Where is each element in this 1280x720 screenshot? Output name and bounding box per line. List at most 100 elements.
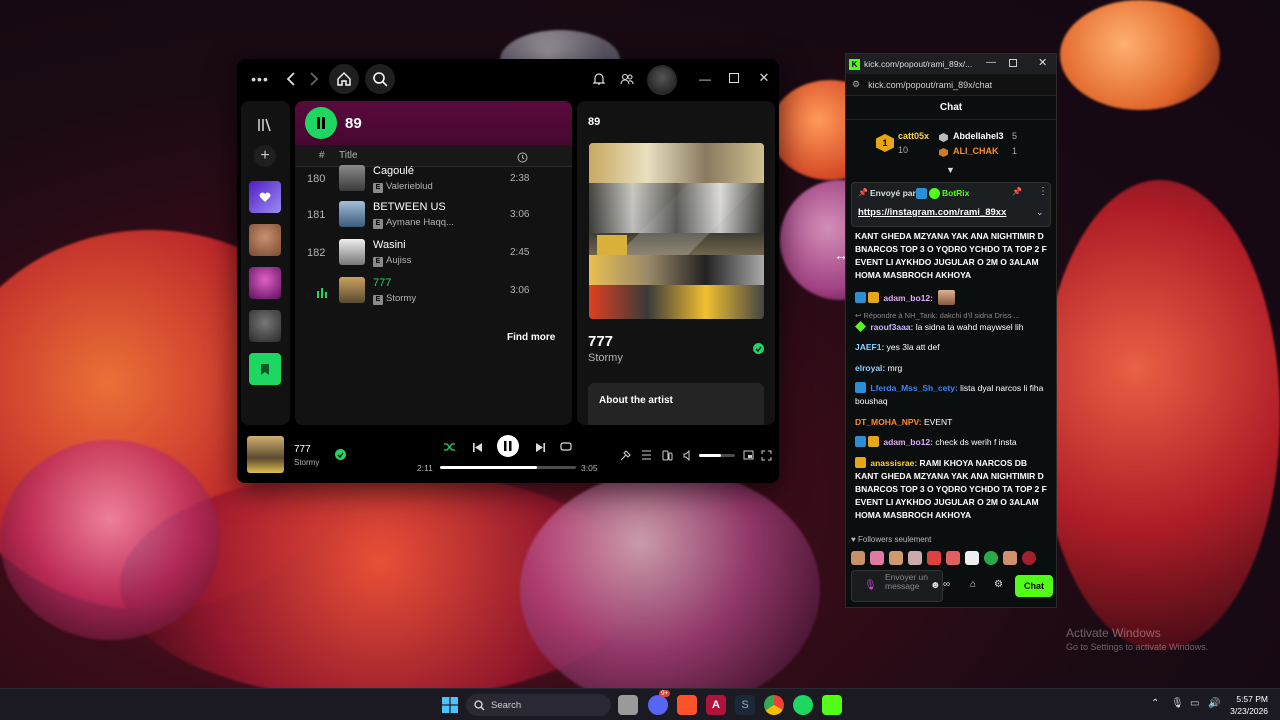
- send-chat-button[interactable]: Chat: [1015, 575, 1053, 597]
- library-playlist-thumb[interactable]: [249, 267, 281, 299]
- message-user[interactable]: anassisrae:: [870, 458, 917, 468]
- kick-icon[interactable]: [822, 695, 842, 715]
- progress-bar[interactable]: [440, 466, 576, 469]
- find-more-link[interactable]: Find more: [507, 332, 555, 343]
- minimize-icon[interactable]: —: [986, 57, 996, 68]
- liked-songs-thumb[interactable]: [249, 181, 281, 213]
- track-title[interactable]: Cagoulé: [373, 165, 414, 177]
- volume-slider[interactable]: [699, 454, 735, 457]
- app-icon[interactable]: A: [706, 695, 726, 715]
- expand-chevron-icon[interactable]: ⌄: [1036, 207, 1044, 218]
- chrome-icon[interactable]: [764, 695, 784, 715]
- leaderboard-user[interactable]: ALI_CHAK: [953, 146, 999, 156]
- now-playing-song-title[interactable]: 777: [588, 333, 613, 350]
- emote-button[interactable]: [870, 551, 884, 565]
- notifications-bell-icon[interactable]: [592, 71, 606, 87]
- home-button[interactable]: [329, 64, 359, 94]
- emote-button[interactable]: [1003, 551, 1017, 565]
- clock-time[interactable]: 5:57 PM: [1232, 694, 1268, 704]
- player-artist[interactable]: Stormy: [294, 458, 319, 467]
- track-artist[interactable]: Aujiss: [386, 255, 411, 266]
- address-bar[interactable]: ⚙ kick.com/popout/rami_89x/chat: [846, 74, 1056, 96]
- miniplayer-icon[interactable]: [742, 449, 754, 461]
- network-icon[interactable]: ▭: [1190, 698, 1199, 709]
- track-artist[interactable]: Stormy: [386, 293, 416, 304]
- pinned-message[interactable]: 📌 Envoyé par BotRix 📌 ⋮ https://instagra…: [851, 182, 1051, 227]
- connect-device-icon[interactable]: [661, 449, 673, 461]
- close-icon[interactable]: ✕: [758, 70, 770, 85]
- spotify-icon[interactable]: [793, 695, 813, 715]
- emote-button[interactable]: [889, 551, 903, 565]
- emote-button[interactable]: [946, 551, 960, 565]
- track-row[interactable]: 181 BETWEEN US E Aymane Haqq... 3:06: [295, 197, 572, 233]
- search-button[interactable]: [365, 64, 395, 94]
- library-playlist-thumb[interactable]: [249, 224, 281, 256]
- emote-button[interactable]: [908, 551, 922, 565]
- shuffle-icon[interactable]: [442, 440, 456, 454]
- track-row[interactable]: 180 Cagoulé E Valerieblud 2:38: [295, 161, 572, 197]
- your-episodes-thumb[interactable]: [249, 353, 281, 385]
- url-text[interactable]: kick.com/popout/rami_89x/chat: [868, 80, 992, 90]
- site-info-icon[interactable]: ⚙: [852, 79, 860, 90]
- message-user[interactable]: JAEF1:: [855, 342, 884, 352]
- close-icon[interactable]: ✕: [1038, 56, 1047, 69]
- collapse-leaderboard-icon[interactable]: ▼: [946, 165, 955, 175]
- user-avatar[interactable]: [647, 65, 677, 95]
- queue-icon[interactable]: [640, 449, 652, 461]
- volume-icon[interactable]: [682, 449, 694, 461]
- back-arrow-icon[interactable]: [283, 70, 297, 88]
- message-user[interactable]: adam_bo12:: [883, 293, 933, 303]
- player-pause-button[interactable]: [497, 435, 519, 457]
- more-menu-icon[interactable]: •••: [251, 71, 269, 87]
- pinned-link[interactable]: https://instagram.com/rami_89xx: [858, 207, 1006, 218]
- forward-arrow-icon[interactable]: [307, 70, 321, 88]
- emote-button[interactable]: [984, 551, 998, 565]
- volume-icon[interactable]: 🔊: [1208, 698, 1220, 709]
- player-saved-check-icon[interactable]: [335, 449, 346, 460]
- taskbar-search[interactable]: Search: [466, 694, 611, 716]
- minimize-icon[interactable]: —: [699, 72, 711, 86]
- microphone-icon[interactable]: 🎙: [1171, 698, 1184, 709]
- message-user[interactable]: adam_bo12:: [883, 437, 933, 447]
- fullscreen-icon[interactable]: [760, 449, 772, 461]
- track-row-playing[interactable]: 777 E Stormy 3:06: [295, 273, 572, 309]
- message-user[interactable]: DT_MOHA_NPV:: [855, 417, 922, 427]
- track-title[interactable]: 777: [373, 277, 391, 289]
- brave-browser-icon[interactable]: [677, 695, 697, 715]
- message-user[interactable]: Lferda_Mss_Sh_cety:: [870, 383, 957, 393]
- previous-track-icon[interactable]: [470, 440, 484, 454]
- emoji-picker-icon[interactable]: ☻: [930, 580, 941, 591]
- clock-date[interactable]: 3/23/2026: [1226, 706, 1268, 716]
- discord-icon[interactable]: 9+: [648, 690, 671, 715]
- track-artist[interactable]: Valerieblud: [386, 181, 433, 192]
- settings-gear-icon[interactable]: ⚙: [994, 579, 1003, 590]
- message-user[interactable]: elroyal:: [855, 363, 885, 373]
- player-artwork[interactable]: [247, 436, 284, 473]
- store-icon[interactable]: ⌂: [970, 579, 976, 590]
- saved-check-icon[interactable]: [753, 343, 764, 354]
- emote-button[interactable]: [851, 551, 865, 565]
- track-title[interactable]: Wasini: [373, 239, 406, 251]
- track-title[interactable]: BETWEEN US: [373, 201, 446, 213]
- library-icon[interactable]: [256, 117, 274, 133]
- link-icon[interactable]: ∞: [943, 579, 950, 590]
- lyrics-mic-icon[interactable]: [619, 449, 631, 461]
- create-playlist-plus-icon[interactable]: +: [254, 145, 276, 167]
- repeat-icon[interactable]: [559, 440, 573, 454]
- emote-button[interactable]: [1022, 551, 1036, 565]
- track-artist[interactable]: Aymane Haqq...: [386, 217, 454, 228]
- emote-button[interactable]: [965, 551, 979, 565]
- task-view-icon[interactable]: [618, 695, 638, 715]
- leaderboard-user[interactable]: Abdellahel3: [953, 131, 1004, 141]
- leaderboard-user[interactable]: catt05x: [898, 131, 929, 141]
- show-hidden-icons-chevron[interactable]: ⌃: [1151, 698, 1159, 709]
- about-artist-card[interactable]: About the artist: [588, 383, 764, 425]
- voice-mic-icon[interactable]: 🎙: [864, 580, 877, 591]
- next-track-icon[interactable]: [533, 440, 547, 454]
- emote-button[interactable]: [927, 551, 941, 565]
- pinned-user[interactable]: BotRix: [942, 188, 969, 198]
- track-row[interactable]: 182 Wasini E Aujiss 2:45: [295, 235, 572, 271]
- library-playlist-thumb[interactable]: [249, 310, 281, 342]
- message-user[interactable]: raouf3aaa:: [870, 322, 913, 332]
- start-windows-icon[interactable]: [440, 695, 460, 715]
